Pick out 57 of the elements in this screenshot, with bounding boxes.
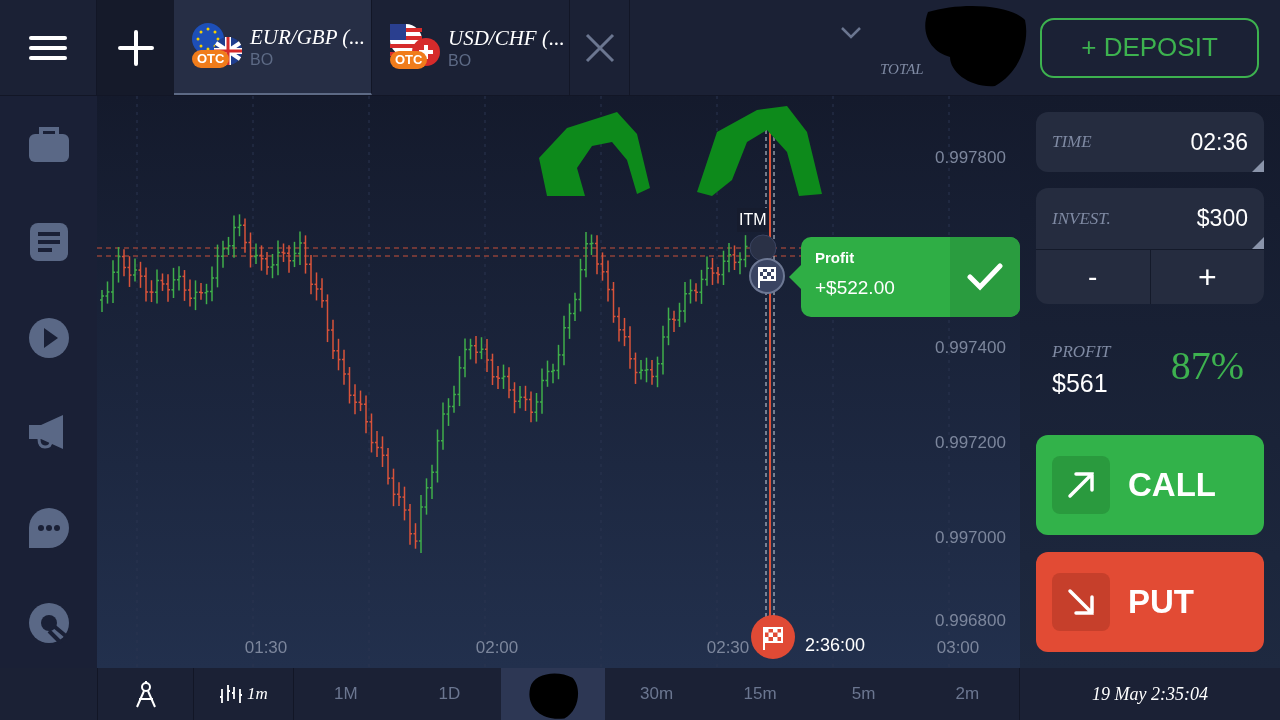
profit-title: Profit: [815, 249, 856, 267]
option-type: BO: [448, 50, 473, 71]
menu-icon: [29, 33, 67, 62]
expiry-time-label: 2:36:00: [805, 634, 866, 657]
plus-icon: [117, 29, 154, 66]
asset-name: EUR/GBP (...: [250, 23, 366, 50]
payout-percent: 87%: [1170, 342, 1244, 390]
price-axis-label: 0.997000: [935, 528, 1006, 547]
time-axis-label: 01:30: [244, 638, 288, 657]
timeframe-option-selected[interactable]: [501, 668, 605, 720]
timeframe-option[interactable]: 30m: [604, 668, 709, 720]
corner-indicator-icon: [1252, 160, 1264, 172]
bar-chart-icon: [219, 683, 244, 705]
timeframe-option[interactable]: 15m: [708, 668, 812, 720]
timeframe-option[interactable]: 1M: [294, 668, 398, 720]
price-axis-label: 0.997200: [935, 433, 1006, 452]
compass-icon: [133, 679, 158, 709]
put-button[interactable]: PUT: [1036, 552, 1264, 652]
itm-label: ITM: [737, 208, 769, 232]
trade-marker-icon: [749, 234, 777, 262]
time-axis-label: 02:00: [475, 638, 519, 657]
asset-name: USD/CHF (...: [448, 24, 565, 51]
close-icon: [584, 32, 615, 63]
finish-flag-icon: [749, 258, 785, 294]
time-field[interactable]: TIME 02:36: [1036, 112, 1264, 172]
time-label: TIME: [1052, 131, 1092, 154]
timeframe-option[interactable]: 2m: [915, 668, 1020, 720]
add-tab-button[interactable]: [97, 0, 174, 95]
invest-field[interactable]: INVEST. $300: [1036, 188, 1264, 250]
timeframe-option[interactable]: 5m: [811, 668, 916, 720]
total-label: TOTAL: [880, 60, 924, 79]
deposit-button[interactable]: + DEPOSIT: [1040, 17, 1259, 78]
chevron-down-icon[interactable]: [840, 26, 862, 40]
invest-value: $300: [1196, 204, 1248, 234]
time-axis-label: 02:30: [706, 638, 750, 657]
time-value: 02:36: [1190, 127, 1248, 157]
corner-indicator-icon: [1252, 237, 1264, 249]
time-axis-label: 03:00: [936, 638, 980, 657]
checkmark-icon: [967, 263, 1003, 291]
arrow-up-right-icon: [1066, 470, 1096, 500]
chart-interval-button[interactable]: 1m: [194, 668, 294, 720]
price-axis-label: 0.996800: [935, 611, 1006, 630]
profit-value: $561: [1052, 367, 1109, 399]
increase-button[interactable]: +: [1150, 250, 1264, 304]
arrow-down-right-icon: [1066, 587, 1096, 617]
asset-tab[interactable]: OTC EUR/GBP (... BO: [174, 0, 372, 95]
price-axis-label: 0.997400: [935, 338, 1006, 357]
option-type: BO: [250, 49, 275, 70]
finish-flag-icon: [751, 615, 795, 659]
timeframe-option[interactable]: 1D: [397, 668, 502, 720]
decrease-button[interactable]: -: [1036, 250, 1151, 304]
profit-amount: +$522.00: [815, 277, 896, 299]
price-axis-label: 0.997800: [935, 148, 1006, 167]
date-time-label: 19 May 2:35:04: [1091, 682, 1209, 706]
drawing-tools-button[interactable]: [97, 668, 194, 720]
profit-label: PROFIT: [1052, 341, 1111, 363]
invest-label: INVEST.: [1052, 207, 1111, 230]
